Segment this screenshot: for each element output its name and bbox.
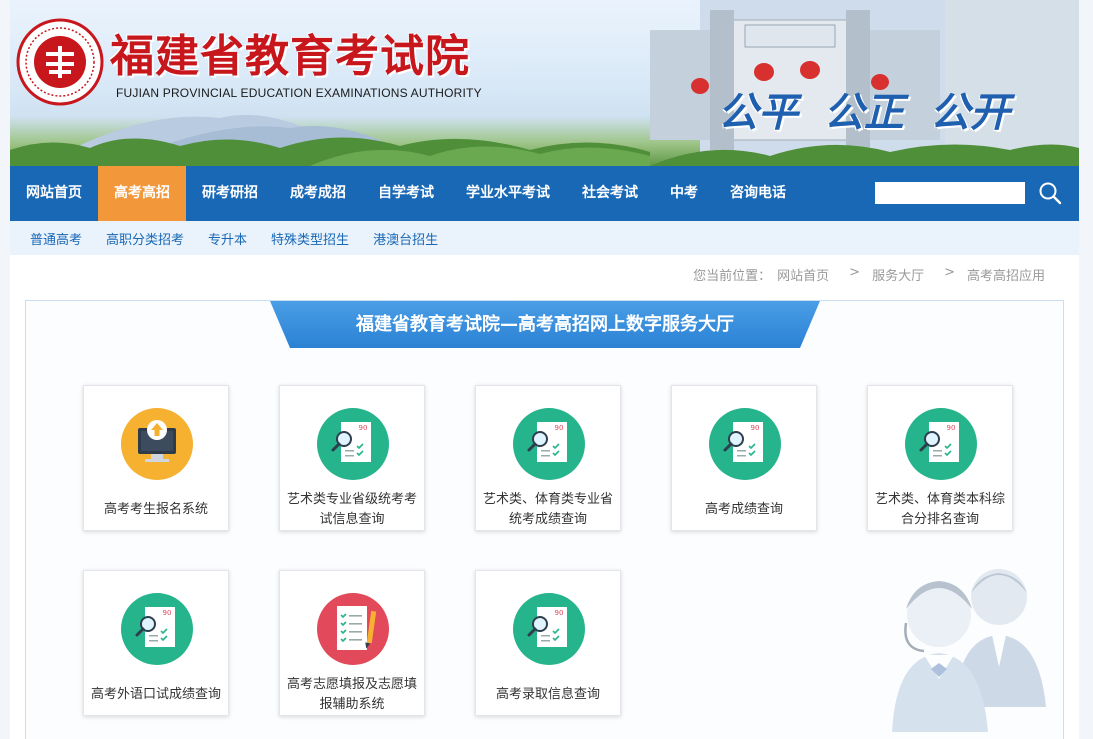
svg-text:90: 90: [163, 609, 172, 617]
panel-title: 福建省教育考试院—高考高招网上数字服务大厅: [356, 314, 734, 335]
nav-item-academic-level-exam[interactable]: 学业水平考试: [450, 166, 566, 221]
sub-nav-vocational-admission[interactable]: 高职分类招考: [94, 229, 196, 248]
score-search-icon: 90: [317, 408, 389, 480]
score-search-icon: 90: [905, 408, 977, 480]
service-card-label: 艺术类专业省级统考考试信息查询: [286, 492, 417, 527]
service-card-gaokao-score[interactable]: 90 高考成绩查询: [671, 385, 817, 531]
breadcrumb-prefix: 您当前位置：: [693, 269, 772, 284]
header-banner: 福建省教育考试院 FUJIAN PROVINCIAL EDUCATION EXA…: [10, 0, 1079, 166]
svg-text:90: 90: [751, 424, 760, 432]
breadcrumb-home[interactable]: 网站首页: [777, 265, 829, 284]
breadcrumb-separator: >: [849, 265, 861, 280]
form-pencil-icon: [317, 593, 389, 665]
svg-text:90: 90: [555, 424, 564, 432]
sub-nav-regular-gaokao[interactable]: 普通高考: [18, 229, 94, 248]
slogan: 公平 公正 公开: [718, 89, 1010, 136]
svg-text:90: 90: [359, 424, 368, 432]
nav-item-graduate-exam[interactable]: 研考研招: [186, 166, 274, 221]
service-card-oral-english-score[interactable]: 90 高考外语口试成绩查询: [83, 570, 229, 716]
service-hall-panel: 福建省教育考试院—高考高招网上数字服务大厅 高考考生报名系统 90 艺术类专业省…: [25, 300, 1064, 739]
score-search-icon: 90: [513, 593, 585, 665]
main-content: 您当前位置： 网站首页 > 服务大厅 > 高考高招应用 福建省教育考试院—高考高…: [10, 255, 1079, 739]
nav-item-adult-exam[interactable]: 成考成招: [274, 166, 362, 221]
search-input[interactable]: [875, 182, 1025, 204]
breadcrumb-current: 高考高招应用: [966, 269, 1045, 284]
service-card-admission-info[interactable]: 90 高考录取信息查询: [475, 570, 621, 716]
panel-title-ribbon: 福建省教育考试院—高考高招网上数字服务大厅: [270, 301, 820, 348]
nav-item-hotline[interactable]: 咨询电话: [714, 166, 802, 221]
sub-nav-upgrade-to-bachelor[interactable]: 专升本: [196, 229, 259, 248]
service-card-label: 高考外语口试成绩查询: [90, 687, 221, 702]
customer-service-illustration: [892, 569, 1046, 732]
nav-item-social-exam[interactable]: 社会考试: [566, 166, 654, 221]
sub-nav-hk-macao-taiwan[interactable]: 港澳台招生: [361, 229, 450, 248]
service-card-application-system[interactable]: 高考志愿填报及志愿填报辅助系统: [279, 570, 425, 716]
service-card-label: 高考成绩查询: [704, 502, 783, 517]
score-search-icon: 90: [709, 408, 781, 480]
sub-nav: 普通高考 高职分类招考 专升本 特殊类型招生 港澳台招生: [10, 221, 1079, 255]
search-icon[interactable]: [1037, 180, 1063, 206]
nav-item-home[interactable]: 网站首页: [10, 166, 98, 221]
service-card-art-exam-info[interactable]: 90 艺术类专业省级统考考试信息查询: [279, 385, 425, 531]
service-card-label: 高考志愿填报及志愿填报辅助系统: [286, 677, 417, 712]
site-subtitle: FUJIAN PROVINCIAL EDUCATION EXAMINATIONS…: [116, 86, 482, 100]
score-search-icon: 90: [121, 593, 193, 665]
service-card-registration[interactable]: 高考考生报名系统: [83, 385, 229, 531]
service-card-art-sports-score[interactable]: 90 艺术类、体育类专业省统考成绩查询: [475, 385, 621, 531]
service-card-label: 艺术类、体育类专业省统考成绩查询: [482, 492, 613, 527]
authority-seal-logo: [16, 18, 104, 106]
nav-item-self-study-exam[interactable]: 自学考试: [362, 166, 450, 221]
service-card-label: 高考考生报名系统: [103, 502, 208, 517]
svg-text:90: 90: [555, 609, 564, 617]
service-card-label: 艺术类、体育类本科综合分排名查询: [874, 492, 1005, 527]
sub-nav-special-admission[interactable]: 特殊类型招生: [259, 229, 361, 248]
breadcrumb: 您当前位置： 网站首页 > 服务大厅 > 高考高招应用: [693, 265, 1045, 284]
upload-monitor-icon: [121, 408, 193, 480]
nav-item-zhongkao[interactable]: 中考: [654, 166, 714, 221]
breadcrumb-service-hall[interactable]: 服务大厅: [872, 265, 924, 284]
breadcrumb-separator: >: [944, 265, 955, 280]
service-card-art-sports-ranking[interactable]: 90 艺术类、体育类本科综合分排名查询: [867, 385, 1013, 531]
score-search-icon: 90: [513, 408, 585, 480]
service-card-label: 高考录取信息查询: [495, 687, 600, 702]
site-title: 福建省教育考试院: [110, 31, 470, 82]
svg-text:90: 90: [947, 424, 956, 432]
nav-item-gaokao[interactable]: 高考高招: [98, 166, 186, 221]
main-nav: 网站首页 高考高招 研考研招 成考成招 自学考试 学业水平考试 社会考试 中考 …: [10, 166, 1079, 221]
